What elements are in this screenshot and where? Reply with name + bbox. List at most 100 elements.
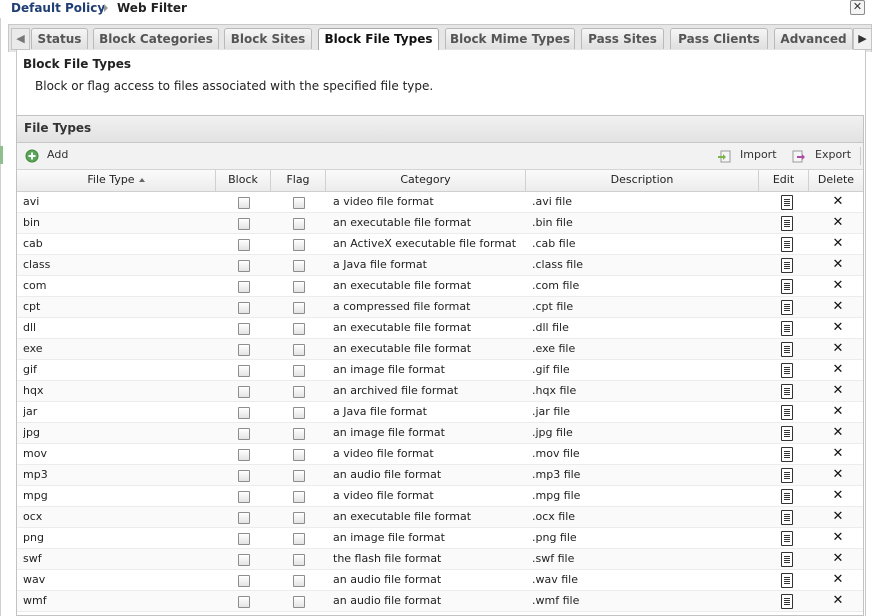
block-checkbox[interactable] [238,512,250,524]
delete-icon[interactable]: ✕ [832,318,844,338]
tab-block-mime-types[interactable]: Block Mime Types [445,28,575,49]
table-row[interactable]: gif an image file format .gif file ✕ [17,360,863,381]
block-checkbox[interactable] [238,428,250,440]
block-checkbox[interactable] [238,386,250,398]
block-checkbox[interactable] [238,575,250,587]
delete-icon[interactable]: ✕ [832,570,844,590]
block-checkbox[interactable] [238,323,250,335]
edit-icon[interactable] [781,552,793,567]
table-row[interactable]: exe an executable file format .exe file ✕ [17,339,863,360]
flag-checkbox[interactable] [293,281,305,293]
delete-icon[interactable]: ✕ [832,213,844,233]
tab-scroll-left-button[interactable]: ◀ [11,28,30,50]
delete-icon[interactable]: ✕ [832,465,844,485]
edit-icon[interactable] [781,468,793,483]
flag-checkbox[interactable] [293,512,305,524]
flag-checkbox[interactable] [293,365,305,377]
block-checkbox[interactable] [238,197,250,209]
block-checkbox[interactable] [238,365,250,377]
flag-checkbox[interactable] [293,323,305,335]
delete-icon[interactable]: ✕ [832,255,844,275]
table-row[interactable]: hqx an archived file format .hqx file ✕ [17,381,863,402]
column-header-block[interactable]: Block [216,170,271,191]
flag-checkbox[interactable] [293,239,305,251]
flag-checkbox[interactable] [293,344,305,356]
block-checkbox[interactable] [238,407,250,419]
tab-pass-clients[interactable]: Pass Clients [670,28,768,49]
table-row[interactable]: mpg a video file format .mpg file ✕ [17,486,863,507]
table-row[interactable]: com an executable file format .com file ✕ [17,276,863,297]
delete-icon[interactable]: ✕ [832,192,844,212]
flag-checkbox[interactable] [293,470,305,482]
edit-icon[interactable] [781,321,793,336]
table-row[interactable]: wav an audio file format .wav file ✕ [17,570,863,591]
table-row[interactable]: ocx an executable file format .ocx file ✕ [17,507,863,528]
flag-checkbox[interactable] [293,197,305,209]
tab-block-sites[interactable]: Block Sites [224,28,312,49]
table-row[interactable]: jar a Java file format .jar file ✕ [17,402,863,423]
tab-status[interactable]: Status [31,28,88,49]
block-checkbox[interactable] [238,533,250,545]
close-button[interactable]: ✕ [850,0,865,15]
delete-icon[interactable]: ✕ [832,423,844,443]
table-row[interactable]: cpt a compressed file format .cpt file ✕ [17,297,863,318]
block-checkbox[interactable] [238,596,250,608]
tab-block-categories[interactable]: Block Categories [93,28,219,49]
flag-checkbox[interactable] [293,575,305,587]
edit-icon[interactable] [781,405,793,420]
table-row[interactable]: cab an ActiveX executable file format .cab… [17,234,863,255]
delete-icon[interactable]: ✕ [832,360,844,380]
table-row[interactable]: bin an executable file format .bin file ✕ [17,213,863,234]
flag-checkbox[interactable] [293,218,305,230]
table-row[interactable]: dll an executable file format .dll file ✕ [17,318,863,339]
block-checkbox[interactable] [238,554,250,566]
column-header-file-type[interactable]: File Type [17,170,216,191]
block-checkbox[interactable] [238,470,250,482]
flag-checkbox[interactable] [293,449,305,461]
delete-icon[interactable]: ✕ [832,402,844,422]
edit-icon[interactable] [781,258,793,273]
edit-icon[interactable] [781,489,793,504]
column-header-flag[interactable]: Flag [271,170,326,191]
delete-icon[interactable]: ✕ [832,486,844,506]
edit-icon[interactable] [781,384,793,399]
edit-icon[interactable] [781,447,793,462]
table-row[interactable]: class a Java file format .class file ✕ [17,255,863,276]
flag-checkbox[interactable] [293,428,305,440]
table-row[interactable]: png an image file format .png file ✕ [17,528,863,549]
flag-checkbox[interactable] [293,386,305,398]
edit-icon[interactable] [781,426,793,441]
flag-checkbox[interactable] [293,596,305,608]
edit-icon[interactable] [781,573,793,588]
flag-checkbox[interactable] [293,491,305,503]
table-row[interactable]: jpg an image file format .jpg file ✕ [17,423,863,444]
flag-checkbox[interactable] [293,407,305,419]
tab-scroll-right-button[interactable]: ▶ [853,28,872,50]
edit-icon[interactable] [781,237,793,252]
flag-checkbox[interactable] [293,260,305,272]
edit-icon[interactable] [781,531,793,546]
delete-icon[interactable]: ✕ [832,444,844,464]
delete-icon[interactable]: ✕ [832,549,844,569]
edit-icon[interactable] [781,195,793,210]
delete-icon[interactable]: ✕ [832,591,844,611]
edit-icon[interactable] [781,300,793,315]
block-checkbox[interactable] [238,491,250,503]
edit-icon[interactable] [781,279,793,294]
edit-icon[interactable] [781,363,793,378]
breadcrumb-policy-link[interactable]: Default Policy [11,1,105,15]
tab-pass-sites[interactable]: Pass Sites [581,28,664,49]
block-checkbox[interactable] [238,239,250,251]
table-row[interactable]: swf the flash file format .swf file ✕ [17,549,863,570]
delete-icon[interactable]: ✕ [832,381,844,401]
delete-icon[interactable]: ✕ [832,339,844,359]
block-checkbox[interactable] [238,302,250,314]
block-checkbox[interactable] [238,218,250,230]
flag-checkbox[interactable] [293,302,305,314]
flag-checkbox[interactable] [293,533,305,545]
block-checkbox[interactable] [238,449,250,461]
delete-icon[interactable]: ✕ [832,507,844,527]
edit-icon[interactable] [781,342,793,357]
block-checkbox[interactable] [238,344,250,356]
flag-checkbox[interactable] [293,554,305,566]
